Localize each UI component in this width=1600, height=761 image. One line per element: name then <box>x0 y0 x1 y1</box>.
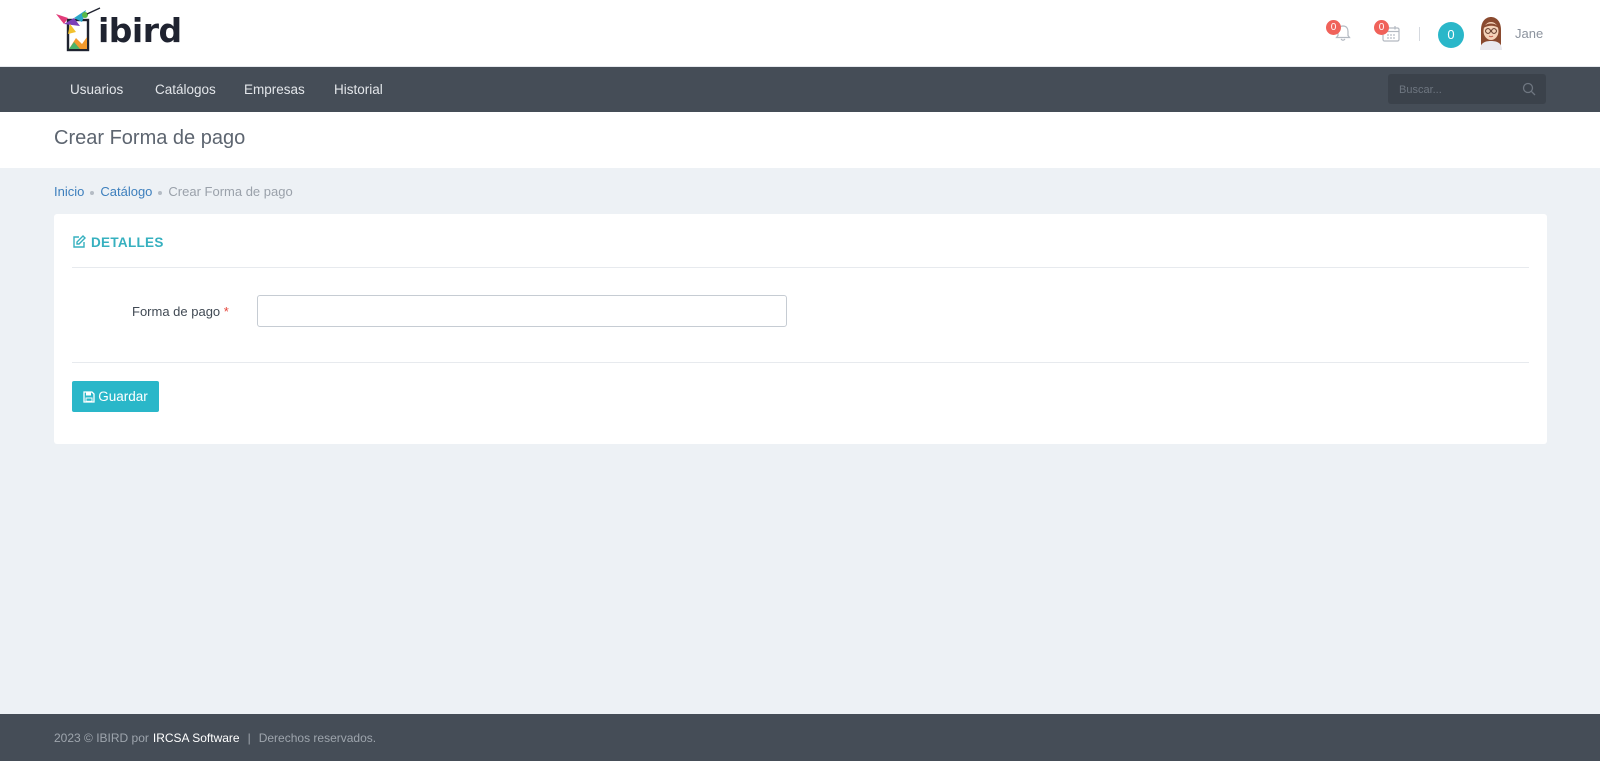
logo[interactable]: ibird <box>54 4 182 52</box>
save-button[interactable]: Guardar <box>72 381 159 412</box>
breadcrumb-inicio[interactable]: Inicio <box>54 184 84 199</box>
calendar-badge: 0 <box>1374 20 1389 35</box>
save-button-label: Guardar <box>98 389 148 404</box>
search-box <box>1388 74 1546 106</box>
details-card: DETALLES Forma de pago * Guardar <box>54 214 1547 444</box>
breadcrumb-current: Crear Forma de pago <box>168 184 293 199</box>
save-icon <box>83 390 95 403</box>
footer-copyright: 2023 © IBIRD por <box>54 731 149 745</box>
main-navbar: Usuarios Catálogos Empresas Historial <box>0 67 1600 112</box>
footer-rights: Derechos reservados. <box>258 731 377 745</box>
card-title: DETALLES <box>91 234 164 250</box>
nav-item-catalogos[interactable]: Catálogos <box>155 67 216 112</box>
card-divider-top <box>72 267 1529 268</box>
avatar[interactable] <box>1477 16 1505 50</box>
required-mark: * <box>223 304 229 319</box>
logo-text: ibird <box>98 11 182 50</box>
forma-de-pago-label-text: Forma de pago <box>132 304 221 319</box>
footer-company-link[interactable]: IRCSA Software <box>153 731 240 745</box>
messages-count-button[interactable]: 0 <box>1438 22 1464 48</box>
breadcrumb-catalogo[interactable]: Catálogo <box>100 184 152 199</box>
footer-text: 2023 © IBIRD por IRCSA Software | Derech… <box>54 731 376 745</box>
card-header: DETALLES <box>72 232 164 252</box>
forma-de-pago-label: Forma de pago * <box>132 304 229 319</box>
user-name[interactable]: Jane <box>1515 26 1543 41</box>
header-divider <box>1419 27 1420 41</box>
footer: 2023 © IBIRD por IRCSA Software | Derech… <box>0 714 1600 761</box>
breadcrumb-separator <box>90 191 95 195</box>
nav-item-historial[interactable]: Historial <box>334 67 383 112</box>
breadcrumb: Inicio Catálogo Crear Forma de pago <box>54 184 293 199</box>
nav-item-usuarios[interactable]: Usuarios <box>70 67 123 112</box>
page-title: Crear Forma de pago <box>54 127 246 149</box>
page-header: Crear Forma de pago <box>0 112 1600 168</box>
top-bar: ibird 0 0 0 Jane <box>0 0 1600 67</box>
search-input[interactable] <box>1388 74 1526 106</box>
search-icon[interactable] <box>1522 82 1536 96</box>
hummingbird-logo-icon <box>56 7 101 52</box>
breadcrumb-separator <box>158 191 163 195</box>
footer-separator: | <box>247 731 251 745</box>
card-divider-bottom <box>72 362 1529 363</box>
notifications-badge: 0 <box>1326 20 1341 35</box>
edit-icon <box>73 235 86 248</box>
forma-de-pago-input[interactable] <box>257 295 787 327</box>
nav-item-empresas[interactable]: Empresas <box>244 67 305 112</box>
